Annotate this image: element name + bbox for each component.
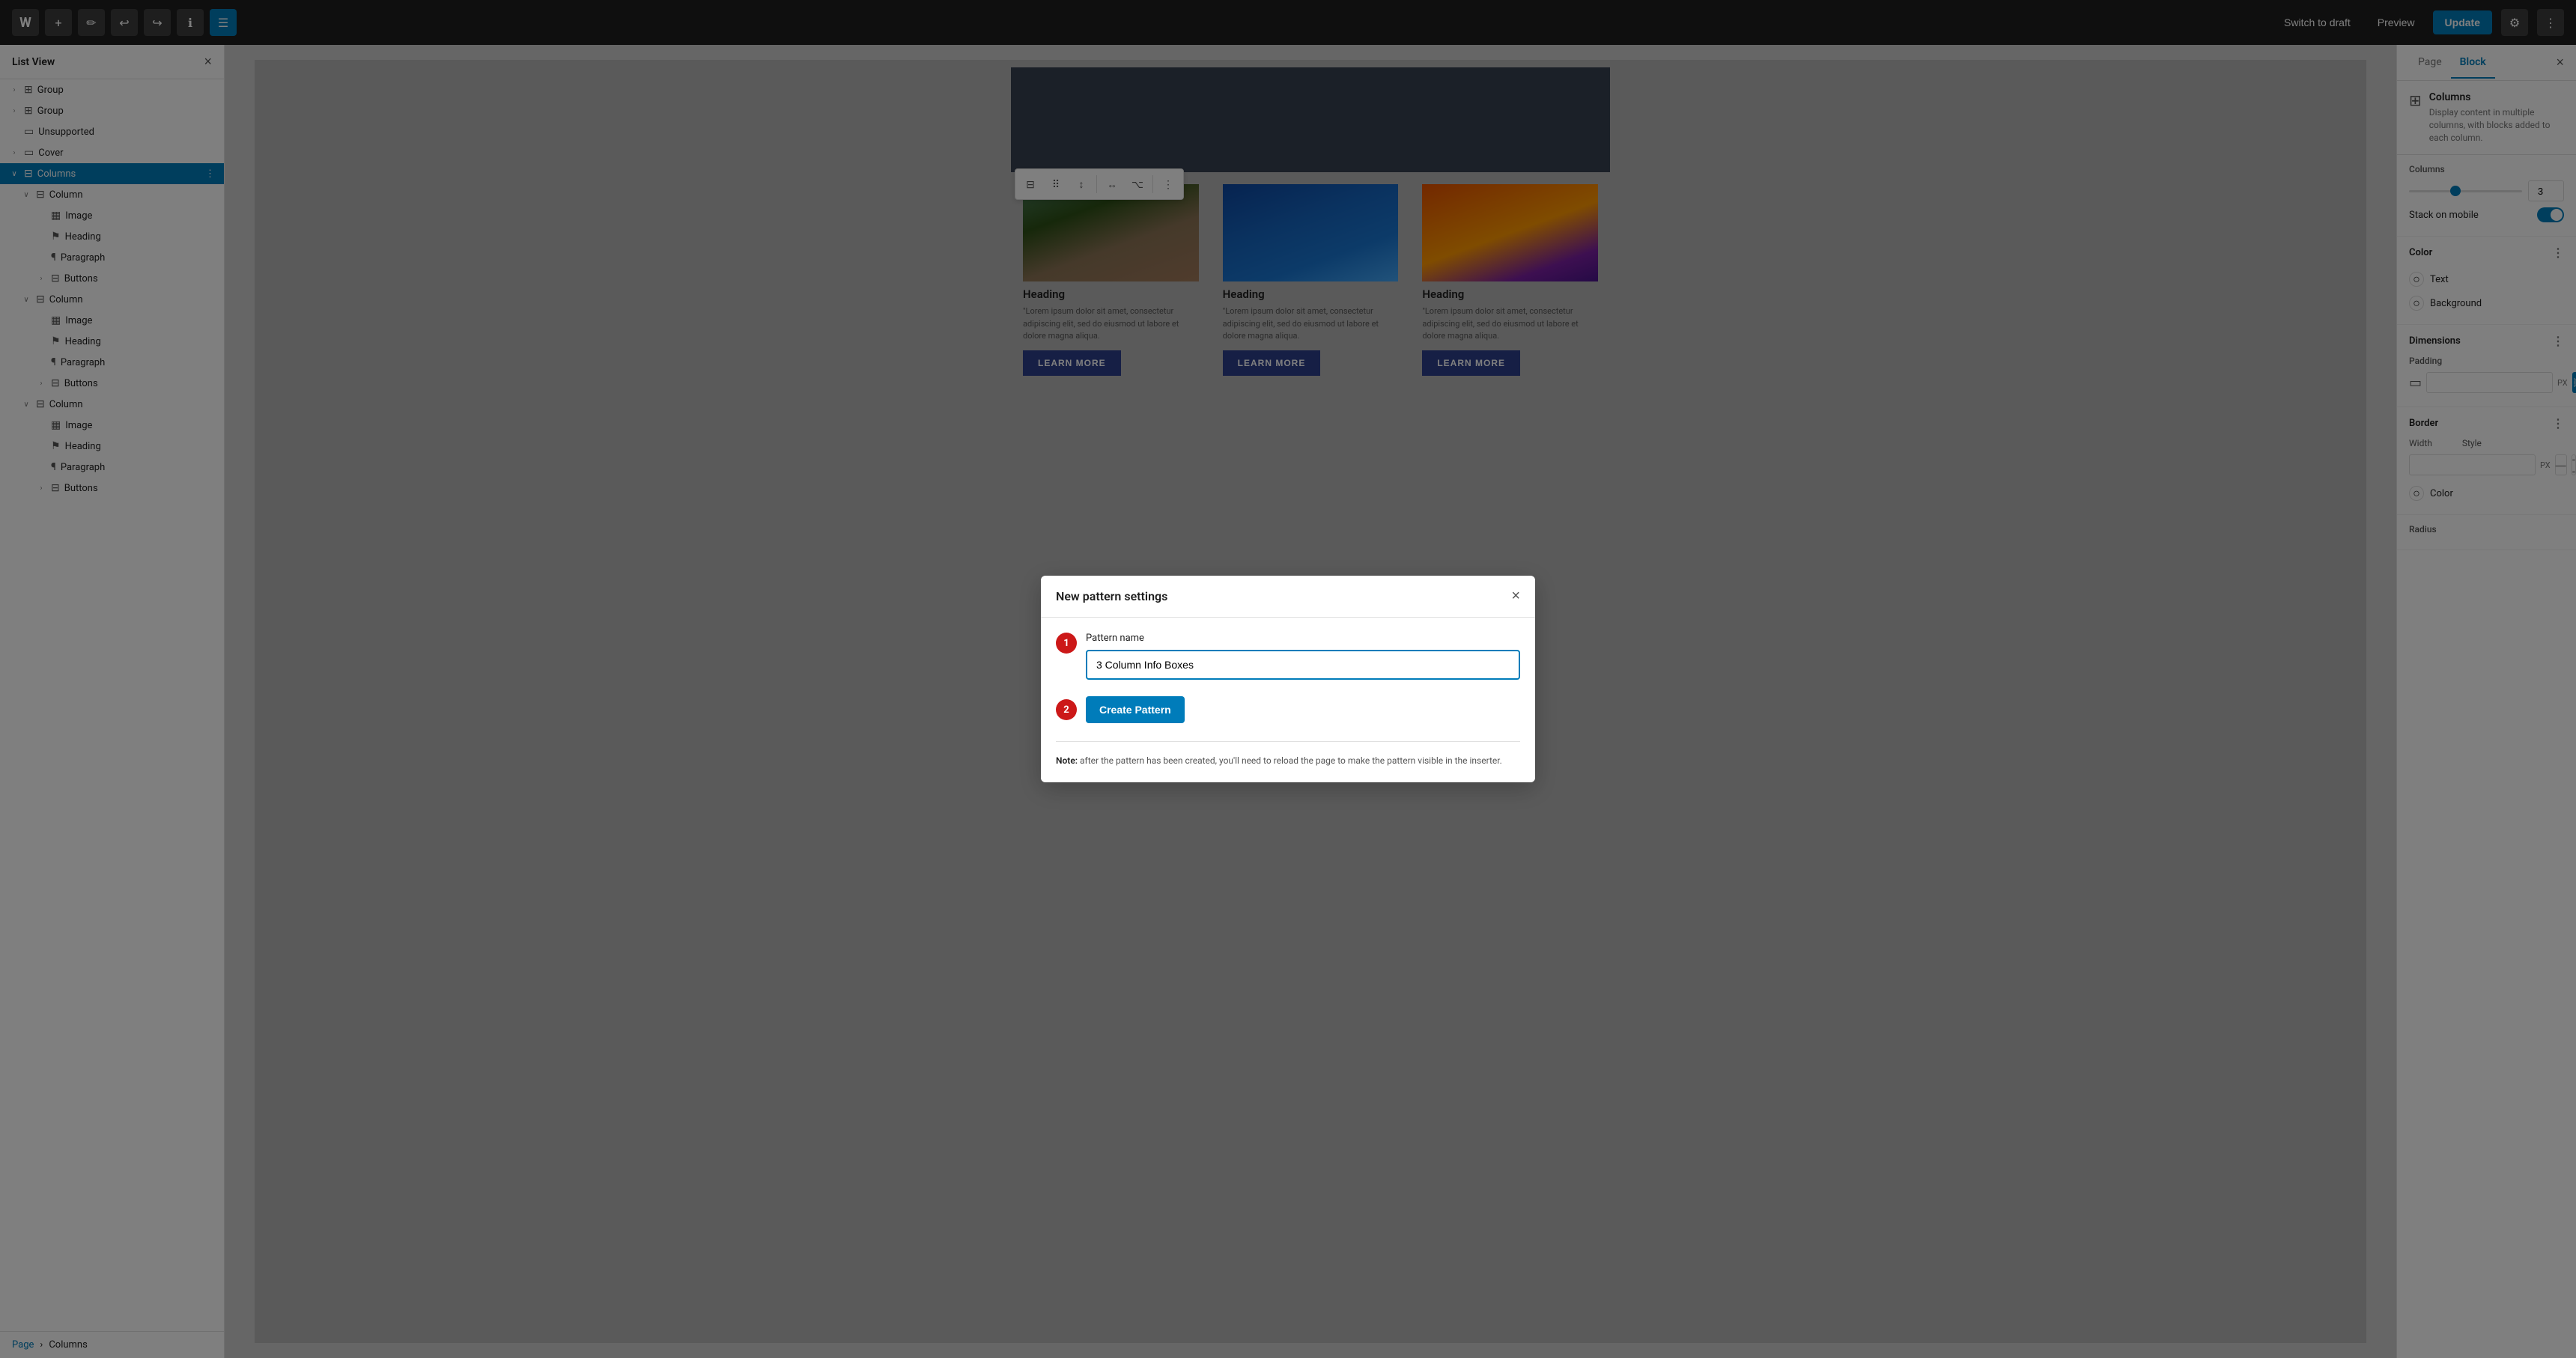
- modal-body: 1 Pattern name 2 Create Pattern Note: af…: [1041, 618, 1535, 782]
- modal-close-button[interactable]: ×: [1511, 588, 1520, 605]
- pattern-name-label: Pattern name: [1086, 633, 1520, 644]
- modal-note: Note: after the pattern has been created…: [1056, 741, 1520, 767]
- modal-overlay[interactable]: New pattern settings × 1 Pattern name 2 …: [0, 0, 2576, 1358]
- create-pattern-button[interactable]: Create Pattern: [1086, 696, 1185, 723]
- modal-header: New pattern settings ×: [1041, 576, 1535, 618]
- step-2-badge: 2: [1056, 699, 1077, 720]
- new-pattern-modal: New pattern settings × 1 Pattern name 2 …: [1041, 576, 1535, 782]
- step-1-badge: 1: [1056, 633, 1077, 654]
- modal-title: New pattern settings: [1056, 589, 1167, 603]
- pattern-name-input[interactable]: [1086, 650, 1520, 680]
